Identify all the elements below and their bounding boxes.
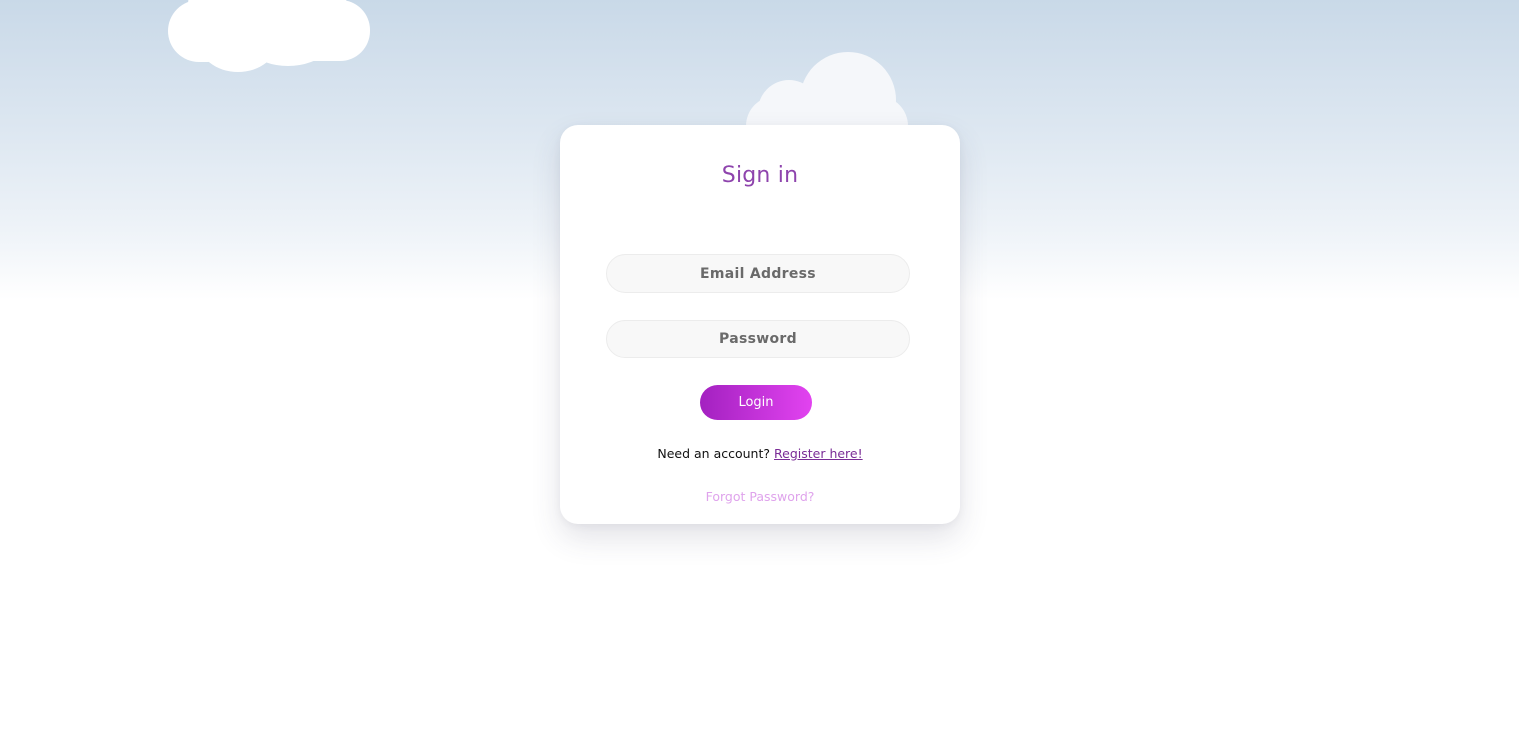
cloud-decoration xyxy=(168,0,373,75)
forgot-password-link[interactable]: Forgot Password? xyxy=(560,489,960,504)
login-button[interactable]: Login xyxy=(700,385,812,420)
email-field[interactable] xyxy=(606,254,910,293)
register-prompt-text: Need an account? xyxy=(657,446,771,461)
password-field[interactable] xyxy=(606,320,910,358)
register-link[interactable]: Register here! xyxy=(774,446,863,461)
register-prompt-line: Need an account? Register here! xyxy=(560,446,960,461)
page-title: Sign in xyxy=(721,163,799,188)
cloud-decoration xyxy=(746,52,911,156)
login-card: Sign in Login Need an account? Register … xyxy=(560,125,960,524)
